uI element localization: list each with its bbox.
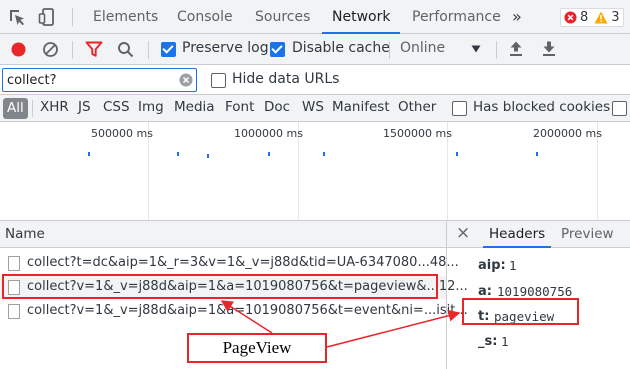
param-value-s: 1 xyxy=(501,334,509,349)
details-tab-bar: × Headers Preview xyxy=(447,221,630,248)
device-toolbar-icon[interactable] xyxy=(38,7,58,27)
type-filter-img[interactable]: Img xyxy=(138,99,164,115)
preserve-log-label: Preserve log xyxy=(182,40,269,56)
resource-type-filter-bar: All XHR JS CSS Img Media Font Doc WS Man… xyxy=(0,95,630,122)
tab-elements[interactable]: Elements xyxy=(93,0,158,34)
request-row[interactable]: collect?t=dc&aip=1&_r=3&v=1&_v=j88d&tid=… xyxy=(0,252,459,275)
inspect-icon[interactable] xyxy=(7,7,27,27)
tab-performance[interactable]: Performance xyxy=(412,0,501,34)
error-icon xyxy=(564,11,577,24)
hide-data-urls-checkbox[interactable] xyxy=(211,73,226,88)
type-filter-xhr[interactable]: XHR xyxy=(40,99,69,115)
download-icon[interactable] xyxy=(541,40,557,58)
param-value-a: 1019080756 xyxy=(497,284,573,299)
throttling-value: Online xyxy=(400,40,446,56)
preserve-log-checkbox[interactable] xyxy=(161,42,176,57)
timeline-request-mark xyxy=(207,154,209,158)
file-icon xyxy=(8,256,20,271)
pageview-annotation-label: PageView xyxy=(187,333,327,363)
type-filter-font[interactable]: Font xyxy=(225,99,254,115)
filter-input[interactable] xyxy=(2,68,197,92)
request-name: collect?v=1&_v=j88d&aip=1&a=1019080756&t… xyxy=(27,303,468,318)
timeline-request-mark xyxy=(536,152,538,156)
issues-counter[interactable]: 8 3 xyxy=(560,8,624,27)
param-key-aip: aip: xyxy=(478,258,506,273)
param-value-aip: 1 xyxy=(509,258,517,273)
timeline-request-mark xyxy=(456,152,458,156)
dropdown-icon xyxy=(471,45,481,53)
type-filter-media[interactable]: Media xyxy=(174,99,215,115)
name-column-label: Name xyxy=(5,226,45,242)
throttling-select[interactable]: Online xyxy=(398,34,488,64)
timeline-request-mark xyxy=(323,152,325,156)
pageview-param-highlight xyxy=(462,298,579,325)
has-blocked-cookies-checkbox[interactable] xyxy=(452,101,467,116)
devtools-tab-bar: Elements Console Sources Network Perform… xyxy=(0,0,630,34)
name-column-header[interactable]: Name xyxy=(0,221,447,248)
pageview-row-highlight xyxy=(2,274,438,299)
filter-row: Hide data URLs xyxy=(0,65,630,95)
request-row[interactable]: collect?v=1&_v=j88d&aip=1&a=1019080756&t… xyxy=(0,300,468,323)
blocked-requests-checkbox[interactable] xyxy=(612,101,627,116)
type-filter-js[interactable]: JS xyxy=(78,99,91,115)
param-key-a: a: xyxy=(478,284,492,299)
upload-icon[interactable] xyxy=(508,40,524,58)
toolbar-divider xyxy=(496,41,497,59)
type-filter-manifest[interactable]: Manifest xyxy=(332,99,390,115)
tab-preview[interactable]: Preview xyxy=(561,221,614,247)
timeline-tick-label: 1000000 ms xyxy=(234,127,303,140)
file-icon xyxy=(8,304,20,319)
close-icon[interactable]: × xyxy=(456,223,470,243)
type-filter-doc[interactable]: Doc xyxy=(264,99,290,115)
toolbar-divider xyxy=(72,8,73,26)
error-count: 8 xyxy=(580,10,589,25)
clear-input-icon[interactable] xyxy=(179,73,193,87)
timeline-overview[interactable]: 500000 ms 1000000 ms 1500000 ms 2000000 … xyxy=(0,122,630,221)
warning-icon xyxy=(594,11,608,24)
timeline-tick-label: 2000000 ms xyxy=(533,127,602,140)
timeline-request-mark xyxy=(88,152,90,156)
filter-icon[interactable] xyxy=(85,41,103,58)
timeline-request-mark xyxy=(177,152,179,156)
param-key-s: _s: xyxy=(478,334,498,349)
timeline-tick-label: 500000 ms xyxy=(91,127,153,140)
tab-headers[interactable]: Headers xyxy=(483,221,552,248)
timeline-tick-label: 1500000 ms xyxy=(383,127,452,140)
has-blocked-cookies-label: Has blocked cookies xyxy=(473,99,611,115)
toolbar-divider xyxy=(389,41,390,59)
toolbar-divider xyxy=(148,41,149,59)
record-icon[interactable] xyxy=(10,41,27,58)
type-filter-all[interactable]: All xyxy=(3,98,28,119)
toolbar-divider xyxy=(72,41,73,59)
tab-sources[interactable]: Sources xyxy=(255,0,310,34)
disable-cache-label: Disable cache xyxy=(292,40,390,56)
tab-console[interactable]: Console xyxy=(177,0,233,34)
toolbar-divider xyxy=(32,100,33,117)
type-filter-other[interactable]: Other xyxy=(398,99,436,115)
type-filter-ws[interactable]: WS xyxy=(302,99,324,115)
warning-count: 3 xyxy=(611,10,620,25)
clear-icon[interactable] xyxy=(42,41,59,58)
request-name: collect?t=dc&aip=1&_r=3&v=1&_v=j88d&tid=… xyxy=(27,255,459,270)
more-tabs-button[interactable]: » xyxy=(512,0,522,34)
disable-cache-checkbox[interactable] xyxy=(270,42,285,57)
hide-data-urls-label: Hide data URLs xyxy=(232,71,340,87)
search-icon[interactable] xyxy=(117,41,134,58)
tab-network[interactable]: Network xyxy=(322,0,401,34)
network-toolbar: Preserve log Disable cache Online xyxy=(0,34,630,65)
type-filter-css[interactable]: CSS xyxy=(103,99,130,115)
timeline-request-mark xyxy=(268,152,270,156)
